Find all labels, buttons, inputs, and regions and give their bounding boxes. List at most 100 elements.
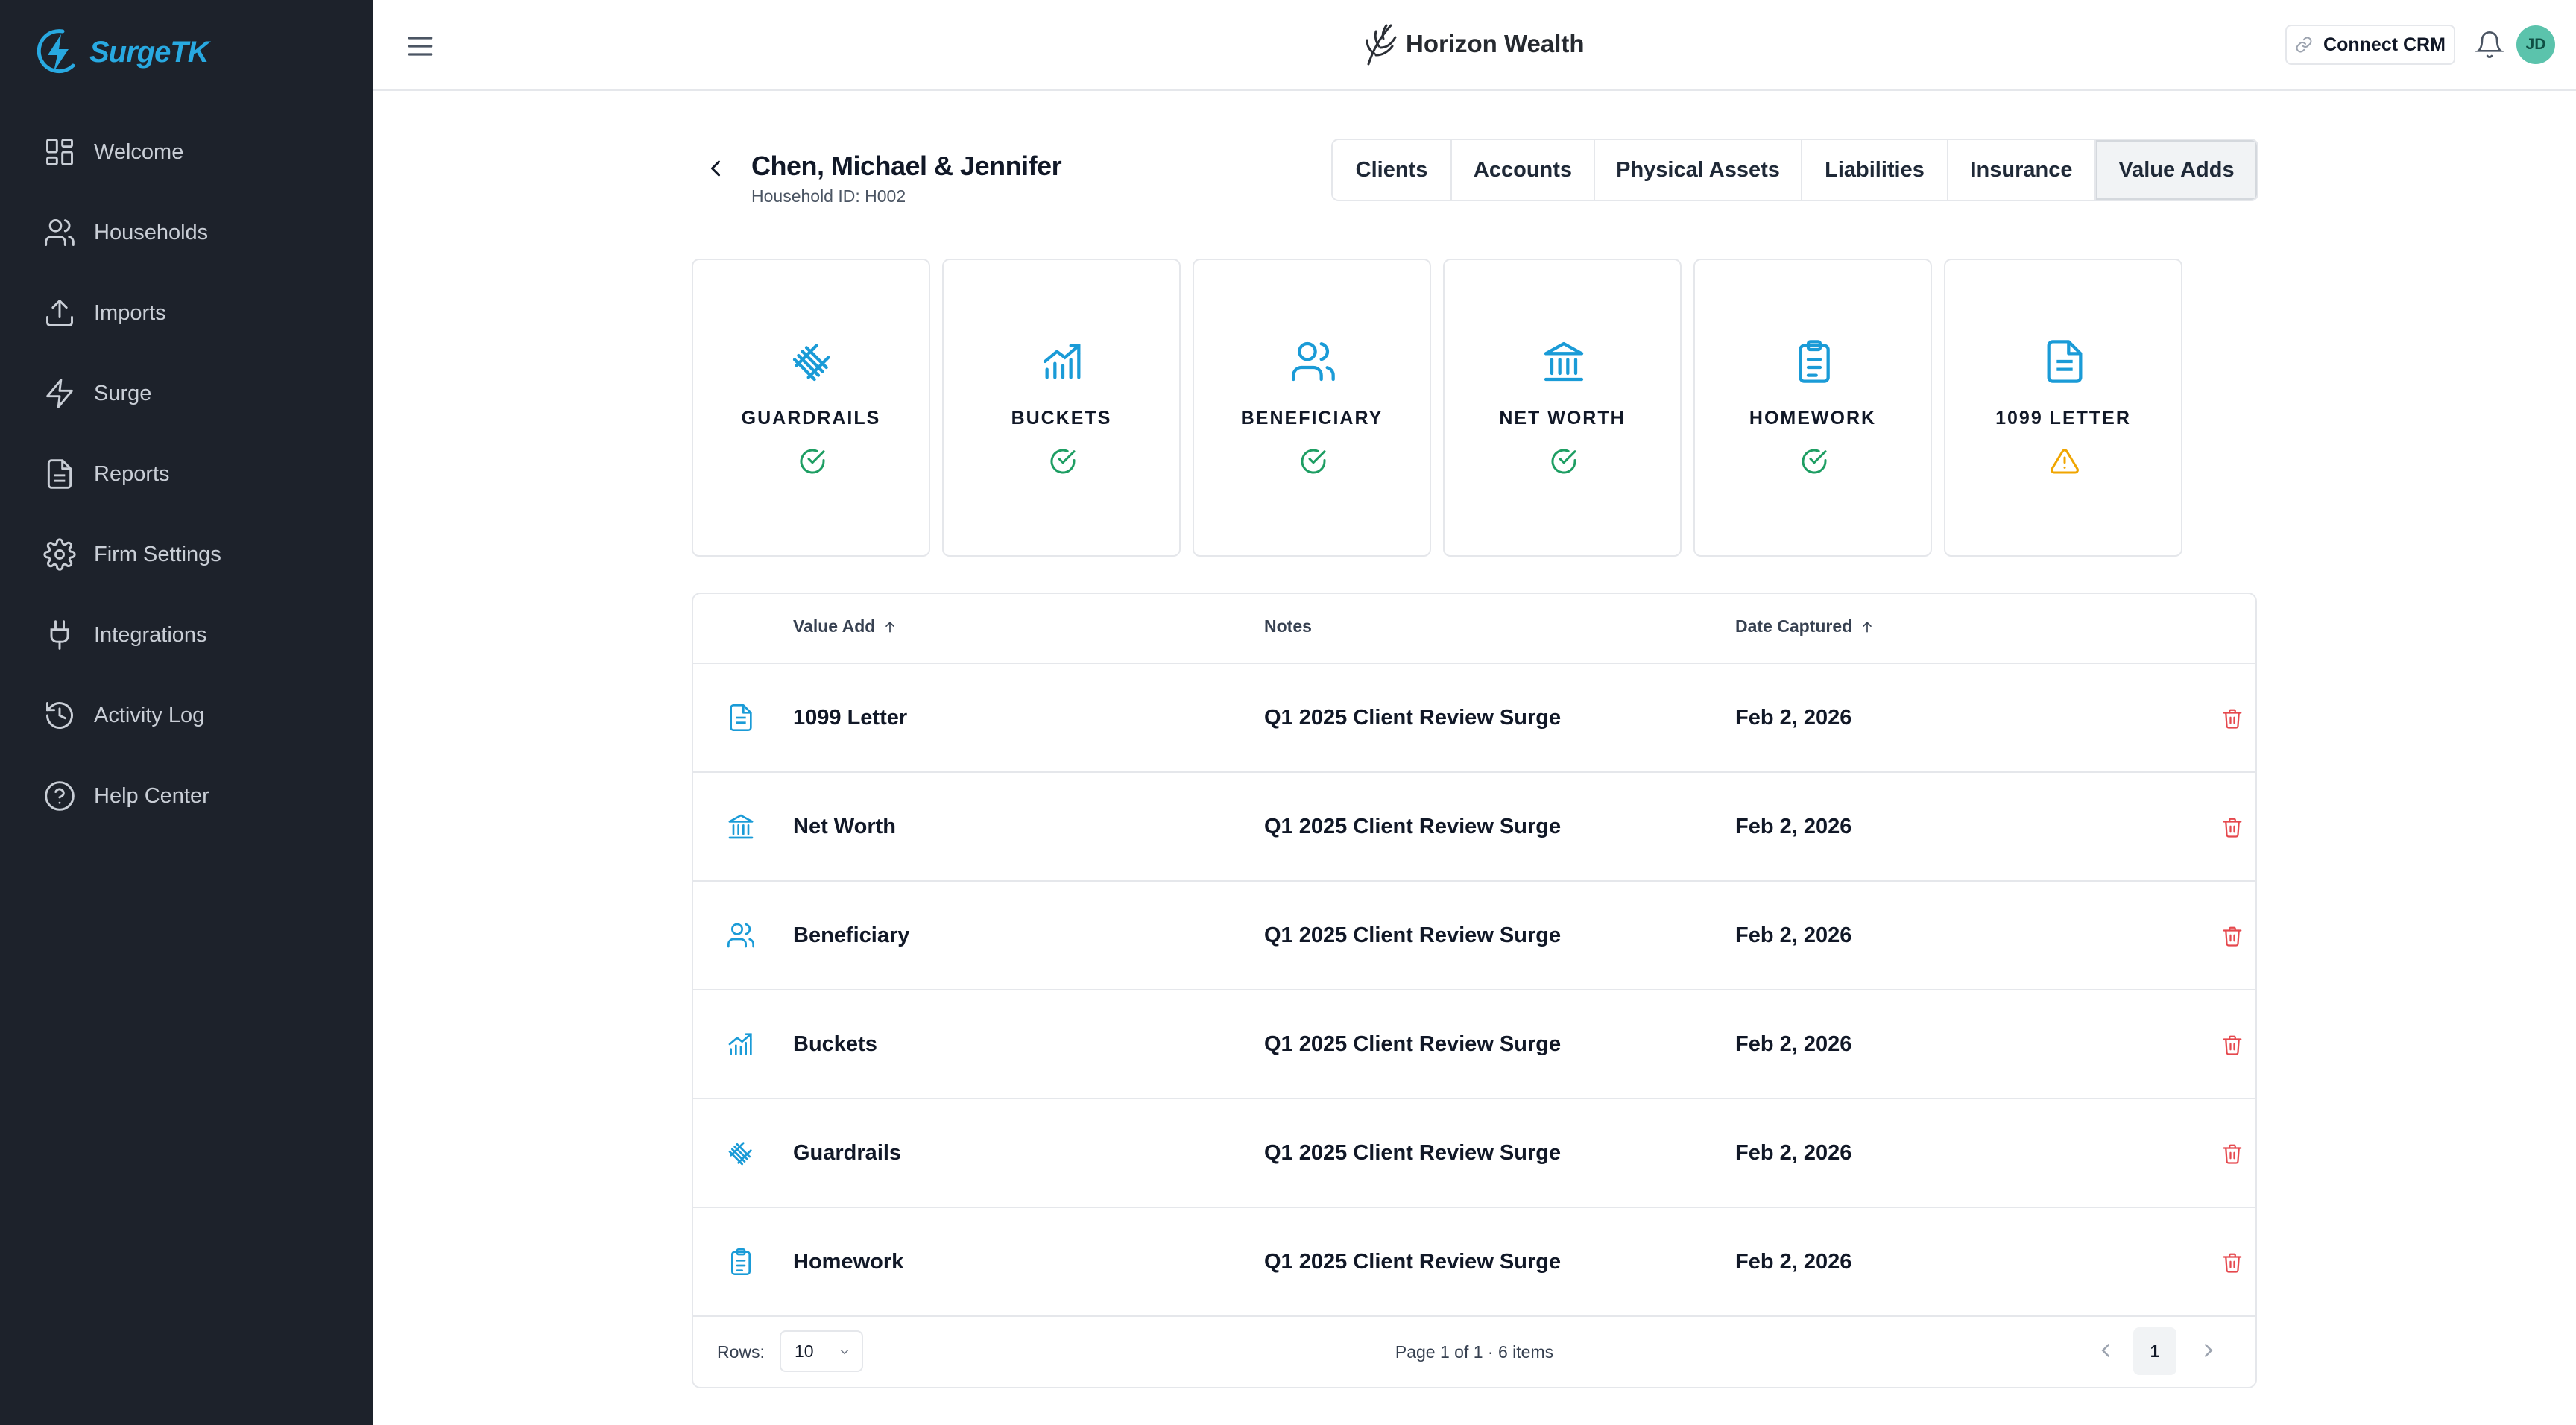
- connect-crm-button[interactable]: Connect CRM: [2285, 25, 2455, 65]
- sidebar-item-welcome[interactable]: Welcome: [0, 112, 373, 192]
- check-circle-icon: [1799, 446, 1829, 476]
- trash-icon[interactable]: [2221, 925, 2244, 947]
- value-add-notes: Q1 2025 Client Review Surge: [1264, 1250, 1562, 1274]
- railroad-track-icon: [726, 1138, 756, 1168]
- column-header-notes[interactable]: Notes: [1264, 616, 1312, 636]
- value-add-date: Feb 2, 2026: [1735, 923, 1852, 947]
- value-add-card-buckets[interactable]: BUCKETS: [942, 259, 1181, 557]
- value-add-card-1099-letter[interactable]: 1099 LETTER: [1944, 259, 2182, 557]
- clipboard-list-icon: [1790, 338, 1838, 385]
- sidebar-item-label: Surge: [94, 381, 152, 405]
- table-row[interactable]: Homework Q1 2025 Client Review Surge Feb…: [693, 1208, 2255, 1317]
- lightning-icon: [43, 377, 94, 410]
- value-add-card-beneficiary[interactable]: BENEFICIARY: [1193, 259, 1431, 557]
- trash-icon[interactable]: [2221, 1251, 2244, 1274]
- check-circle-icon: [1549, 446, 1579, 476]
- value-add-card-label: BENEFICIARY: [1240, 408, 1383, 429]
- tab-clients[interactable]: Clients: [1333, 140, 1452, 200]
- check-circle-icon: [1048, 446, 1078, 476]
- sidebar-item-firm-settings[interactable]: Firm Settings: [0, 514, 373, 595]
- sidebar-item-imports[interactable]: Imports: [0, 273, 373, 353]
- value-add-notes: Q1 2025 Client Review Surge: [1264, 923, 1562, 947]
- value-add-card-guardrails[interactable]: GUARDRAILS: [692, 259, 930, 557]
- sidebar-item-households[interactable]: Households: [0, 192, 373, 273]
- back-chevron-icon[interactable]: [702, 155, 729, 182]
- value-add-date: Feb 2, 2026: [1735, 706, 1852, 730]
- sidebar-item-reports[interactable]: Reports: [0, 434, 373, 514]
- chevron-right-icon[interactable]: [2197, 1339, 2220, 1362]
- tab-accounts[interactable]: Accounts: [1452, 140, 1595, 200]
- sidebar: SurgeTK Welcome Households Imports Surge: [0, 0, 373, 1425]
- value-add-name: Homework: [793, 1250, 904, 1274]
- document-text-icon: [726, 703, 756, 733]
- check-circle-icon: [1298, 446, 1328, 476]
- sidebar-item-label: Households: [94, 220, 209, 244]
- sidebar-nav: Welcome Households Imports Surge Reports: [0, 112, 373, 836]
- pagination-info: Page 1 of 1 · 6 items: [1395, 1342, 1554, 1362]
- sidebar-item-label: Imports: [94, 300, 166, 325]
- table-row[interactable]: Net Worth Q1 2025 Client Review Surge Fe…: [693, 773, 2255, 882]
- household-id: Household ID: H002: [751, 186, 906, 206]
- sidebar-item-integrations[interactable]: Integrations: [0, 595, 373, 675]
- value-add-date: Feb 2, 2026: [1735, 1032, 1852, 1056]
- value-add-notes: Q1 2025 Client Review Surge: [1264, 1141, 1562, 1165]
- sidebar-item-activity-log[interactable]: Activity Log: [0, 675, 373, 756]
- connect-crm-label: Connect CRM: [2323, 34, 2446, 55]
- bank-icon: [726, 812, 756, 841]
- sidebar-item-surge[interactable]: Surge: [0, 353, 373, 434]
- value-add-name: Guardrails: [793, 1141, 902, 1165]
- bar-chart-trend-icon: [726, 1029, 756, 1059]
- sidebar-item-help-center[interactable]: Help Center: [0, 756, 373, 836]
- value-adds-table: Value Add Notes Date Captured 1099 Lette…: [692, 593, 2257, 1388]
- link-icon: [2295, 36, 2323, 54]
- brand[interactable]: SurgeTK: [34, 27, 209, 78]
- value-add-name: 1099 Letter: [793, 706, 908, 730]
- tab-liabilities[interactable]: Liabilities: [1802, 140, 1948, 200]
- document-text-icon: [2041, 338, 2089, 385]
- trash-icon[interactable]: [2221, 1143, 2244, 1165]
- table-row[interactable]: Buckets Q1 2025 Client Review Surge Feb …: [693, 990, 2255, 1099]
- sidebar-item-label: Reports: [94, 461, 170, 486]
- household-name: Chen, Michael & Jennifer: [751, 151, 1062, 181]
- column-header-value-add[interactable]: Value Add: [793, 616, 897, 636]
- value-add-card-label: GUARDRAILS: [741, 408, 881, 429]
- trash-icon[interactable]: [2221, 816, 2244, 838]
- value-add-card-homework[interactable]: HOMEWORK: [1693, 259, 1932, 557]
- avatar[interactable]: JD: [2516, 25, 2555, 64]
- value-add-card-net-worth[interactable]: NET WORTH: [1443, 259, 1682, 557]
- value-add-name: Net Worth: [793, 815, 897, 838]
- check-circle-icon: [798, 446, 827, 476]
- hamburger-menu-icon[interactable]: [404, 30, 437, 63]
- value-add-date: Feb 2, 2026: [1735, 1250, 1852, 1274]
- value-add-date: Feb 2, 2026: [1735, 815, 1852, 838]
- tab-insurance[interactable]: Insurance: [1948, 140, 2096, 200]
- sidebar-item-label: Help Center: [94, 783, 209, 808]
- tab-physical-assets[interactable]: Physical Assets: [1595, 140, 1802, 200]
- household-tabs: Clients Accounts Physical Assets Liabili…: [1331, 139, 2258, 201]
- tab-value-adds[interactable]: Value Adds: [2096, 140, 2257, 200]
- column-header-date-captured[interactable]: Date Captured: [1735, 616, 1875, 636]
- table-header: Value Add Notes Date Captured: [693, 594, 2255, 664]
- table-row[interactable]: Guardrails Q1 2025 Client Review Surge F…: [693, 1099, 2255, 1208]
- plug-icon: [43, 619, 94, 651]
- history-icon: [43, 699, 94, 732]
- bell-icon[interactable]: [2475, 30, 2504, 60]
- chevron-left-icon[interactable]: [2094, 1339, 2117, 1362]
- value-add-name: Buckets: [793, 1032, 877, 1056]
- table-row[interactable]: 1099 Letter Q1 2025 Client Review Surge …: [693, 664, 2255, 773]
- table-row[interactable]: Beneficiary Q1 2025 Client Review Surge …: [693, 882, 2255, 990]
- sidebar-item-label: Integrations: [94, 622, 207, 647]
- firm-logo: Horizon Wealth: [1361, 21, 1585, 67]
- sidebar-item-label: Activity Log: [94, 703, 205, 727]
- value-add-notes: Q1 2025 Client Review Surge: [1264, 815, 1562, 838]
- value-add-card-label: 1099 LETTER: [1995, 408, 2131, 429]
- help-circle-icon: [43, 780, 94, 812]
- trash-icon[interactable]: [2221, 1034, 2244, 1056]
- users-icon: [43, 216, 94, 249]
- column-header-label: Value Add: [793, 616, 876, 636]
- page-number-button[interactable]: 1: [2133, 1327, 2176, 1375]
- value-add-date: Feb 2, 2026: [1735, 1141, 1852, 1165]
- value-add-card-label: NET WORTH: [1499, 408, 1626, 429]
- trash-icon[interactable]: [2221, 707, 2244, 730]
- value-add-card-label: BUCKETS: [1011, 408, 1112, 429]
